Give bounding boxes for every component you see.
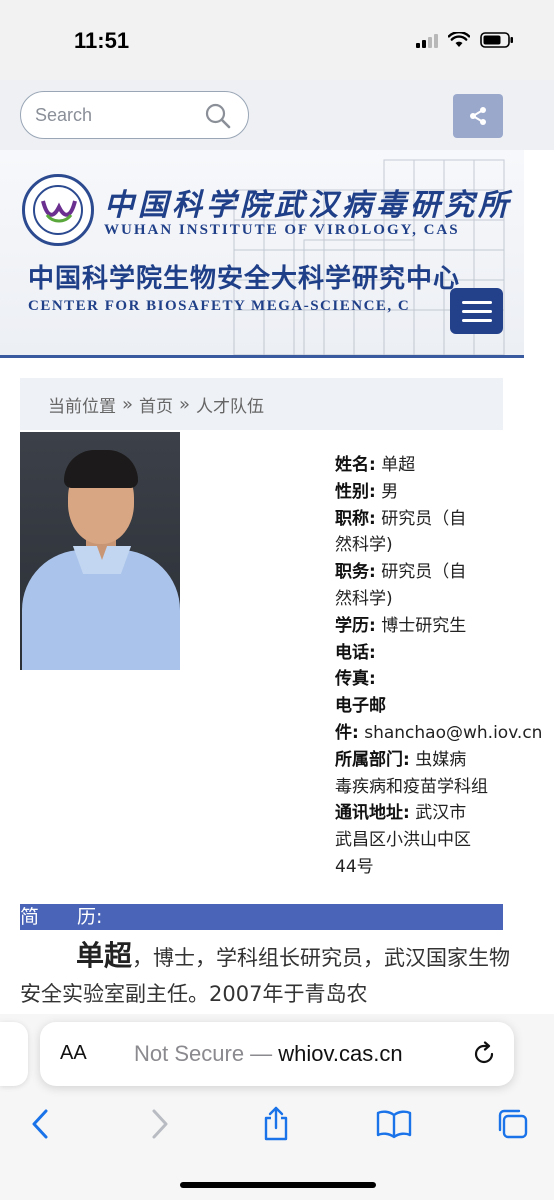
search-input[interactable] (35, 104, 195, 126)
site-banner: 中国科学院武汉病毒研究所 WUHAN INSTITUTE OF VIROLOGY… (0, 150, 524, 358)
department-value-cont: 毒疾病和疫苗学科组 (335, 776, 488, 797)
battery-icon (480, 32, 513, 48)
hamburger-menu-button[interactable] (450, 288, 503, 334)
status-time: 11:51 (74, 28, 130, 53)
bio-name: 单超 (76, 939, 133, 972)
email-label: 电子邮 (335, 696, 386, 717)
title-value-cont: 然科学) (335, 535, 393, 556)
breadcrumb-label: 当前位置 (48, 396, 116, 417)
breadcrumb-separator: » (122, 393, 134, 415)
center-chinese-name: 中国科学院生物安全大科学研究中心 (28, 264, 461, 294)
position-label: 职务: (335, 562, 376, 583)
title-label: 职称: (335, 508, 376, 529)
book-icon (376, 1110, 412, 1139)
position-value-cont: 然科学) (335, 588, 393, 609)
email-link[interactable]: shanchao@wh.iov.cn (364, 723, 542, 743)
url-display[interactable]: Not Secure — whiov.cas.cn (134, 1041, 403, 1067)
tabs-button[interactable] (492, 1104, 532, 1144)
position-value: 研究员（自 (381, 562, 467, 583)
breadcrumb-home-link[interactable]: 首页 (139, 392, 173, 417)
bookmarks-button[interactable] (374, 1104, 414, 1144)
share-button[interactable] (453, 94, 503, 138)
address-value-cont2: 44号 (335, 856, 374, 877)
home-indicator[interactable] (180, 1182, 376, 1188)
address-bar[interactable]: AA Not Secure — whiov.cas.cn (40, 1022, 514, 1086)
education-value: 博士研究生 (381, 615, 467, 636)
breadcrumb-separator: » (179, 393, 191, 415)
url-domain: whiov.cas.cn (278, 1041, 403, 1066)
cellular-signal-icon (416, 32, 438, 48)
address-value-cont: 武昌区小洪山中区 (335, 830, 471, 851)
phone-label: 电话: (335, 642, 376, 663)
share-icon (470, 107, 486, 125)
name-label: 姓名: (335, 455, 376, 475)
department-label: 所属部门: (335, 749, 410, 770)
forward-button[interactable] (140, 1104, 180, 1144)
search-box[interactable] (20, 91, 249, 139)
back-button[interactable] (20, 1104, 60, 1144)
wifi-icon (448, 32, 470, 47)
center-english-name: CENTER FOR BIOSAFETY MEGA-SCIENCE, C (28, 298, 411, 314)
reader-aa-button[interactable]: AA (60, 1042, 87, 1065)
name-value: 单超 (381, 455, 416, 475)
reload-icon[interactable] (471, 1041, 497, 1067)
wiv-chinese-name: 中国科学院武汉病毒研究所 (104, 188, 512, 223)
bio-text: 单超，博士，学科组长研究员，武汉国家生物安全实验室副主任。2007年于青岛农 (20, 938, 510, 1012)
fax-label: 传真: (335, 669, 376, 690)
share-sheet-button[interactable] (256, 1104, 296, 1144)
search-icon[interactable] (204, 102, 232, 130)
breadcrumb-talent-link[interactable]: 人才队伍 (196, 392, 264, 417)
gender-label: 性别: (335, 481, 376, 502)
title-value: 研究员（自 (381, 508, 467, 529)
profile-photo (20, 432, 180, 670)
address-value: 武汉市 (415, 803, 467, 824)
chevron-left-icon (32, 1109, 48, 1139)
address-label: 通讯地址: (335, 803, 410, 824)
previous-tab-edge[interactable] (0, 1022, 28, 1086)
status-icons (416, 32, 514, 48)
wiv-english-name: WUHAN INSTITUTE OF VIROLOGY, CAS (104, 222, 460, 238)
status-bar: 11:51 (0, 0, 554, 80)
breadcrumb: 当前位置 » 首页 » 人才队伍 (20, 378, 503, 430)
education-label: 学历: (335, 615, 376, 636)
department-value: 虫媒病 (415, 749, 467, 770)
browser-toolbar (0, 1100, 554, 1150)
email-label-cont: 件: (335, 722, 359, 743)
bio-section-header: 简 历: (20, 904, 503, 930)
gender-value: 男 (381, 481, 399, 502)
chevron-right-icon (152, 1109, 168, 1139)
share-upload-icon (264, 1106, 288, 1141)
url-security-label: Not Secure — (134, 1041, 279, 1066)
profile-info: 姓名: 单超 性别: 男 职称: 研究员（自 然科学) 职务: 研究员（自 然科… (335, 452, 554, 881)
wiv-logo[interactable] (22, 174, 94, 246)
tabs-icon (498, 1109, 528, 1139)
